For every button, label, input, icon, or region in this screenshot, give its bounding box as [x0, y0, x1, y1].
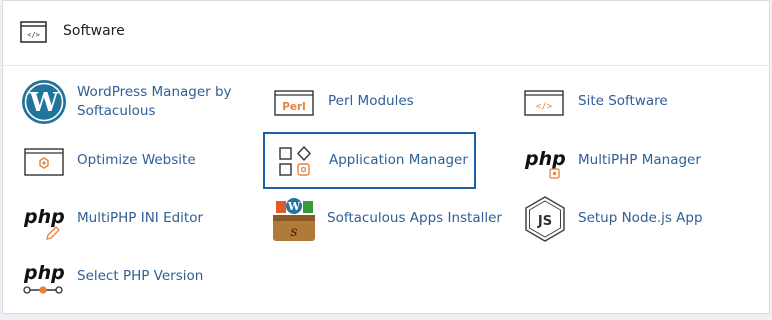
multiphp-manager-label: MultiPHP Manager: [578, 152, 701, 168]
svg-text:W: W: [287, 200, 301, 213]
wordpress-icon: W: [22, 80, 66, 124]
perl-icon: Perl: [274, 90, 314, 116]
wordpress-manager-link[interactable]: W WordPress Manager by Softaculous: [20, 78, 250, 126]
php-icon: php: [524, 148, 566, 179]
svg-text:php: php: [23, 206, 65, 228]
code-window-icon: </>: [524, 90, 564, 116]
svg-text:Perl: Perl: [282, 101, 306, 113]
svg-text:php: php: [23, 262, 65, 284]
setup-nodejs-app-link[interactable]: JS Setup Node.js App: [521, 195, 721, 243]
svg-text:</>: </>: [27, 31, 40, 39]
svg-text:php: php: [524, 148, 566, 170]
application-manager-label: Application Manager: [329, 152, 468, 168]
php-version-icon: php: [23, 262, 65, 294]
perl-modules-label: Perl Modules: [328, 93, 414, 109]
optimize-gear-icon: [24, 148, 64, 176]
site-software-label: Site Software: [578, 93, 668, 109]
site-software-link[interactable]: </> Site Software: [521, 78, 701, 126]
optimize-website-link[interactable]: Optimize Website: [20, 137, 220, 185]
softaculous-icon: s W: [273, 198, 315, 241]
code-window-icon: </>: [20, 21, 47, 43]
multiphp-manager-link[interactable]: php MultiPHP Manager: [521, 137, 721, 185]
svg-text:JS: JS: [537, 214, 552, 229]
wordpress-manager-label: WordPress Manager by Softaculous: [77, 84, 232, 119]
select-php-version-link[interactable]: php Select PHP Version: [20, 253, 240, 301]
select-php-version-label: Select PHP Version: [77, 268, 204, 284]
optimize-website-label: Optimize Website: [77, 152, 196, 168]
nodejs-icon: JS: [525, 196, 565, 242]
software-panel: </> Software W WordPress Manager by Soft…: [2, 0, 770, 314]
application-manager-link[interactable]: Application Manager: [272, 137, 472, 185]
section-title: Software: [63, 23, 125, 39]
perl-modules-link[interactable]: Perl Perl Modules: [271, 78, 451, 126]
multiphp-ini-editor-link[interactable]: php MultiPHP INI Editor: [20, 195, 220, 243]
multiphp-ini-editor-label: MultiPHP INI Editor: [77, 210, 204, 226]
softaculous-apps-installer-link[interactable]: s W Softaculous Apps Installer: [270, 195, 510, 243]
php-ini-icon: php: [23, 206, 65, 240]
svg-text:</>: </>: [536, 102, 553, 112]
setup-nodejs-app-label: Setup Node.js App: [578, 210, 703, 226]
svg-text:s: s: [290, 224, 297, 240]
svg-text:W: W: [28, 88, 59, 118]
application-manager-icon: [279, 145, 311, 176]
section-header[interactable]: </> Software: [3, 1, 769, 66]
softaculous-apps-installer-label: Softaculous Apps Installer: [327, 210, 502, 226]
